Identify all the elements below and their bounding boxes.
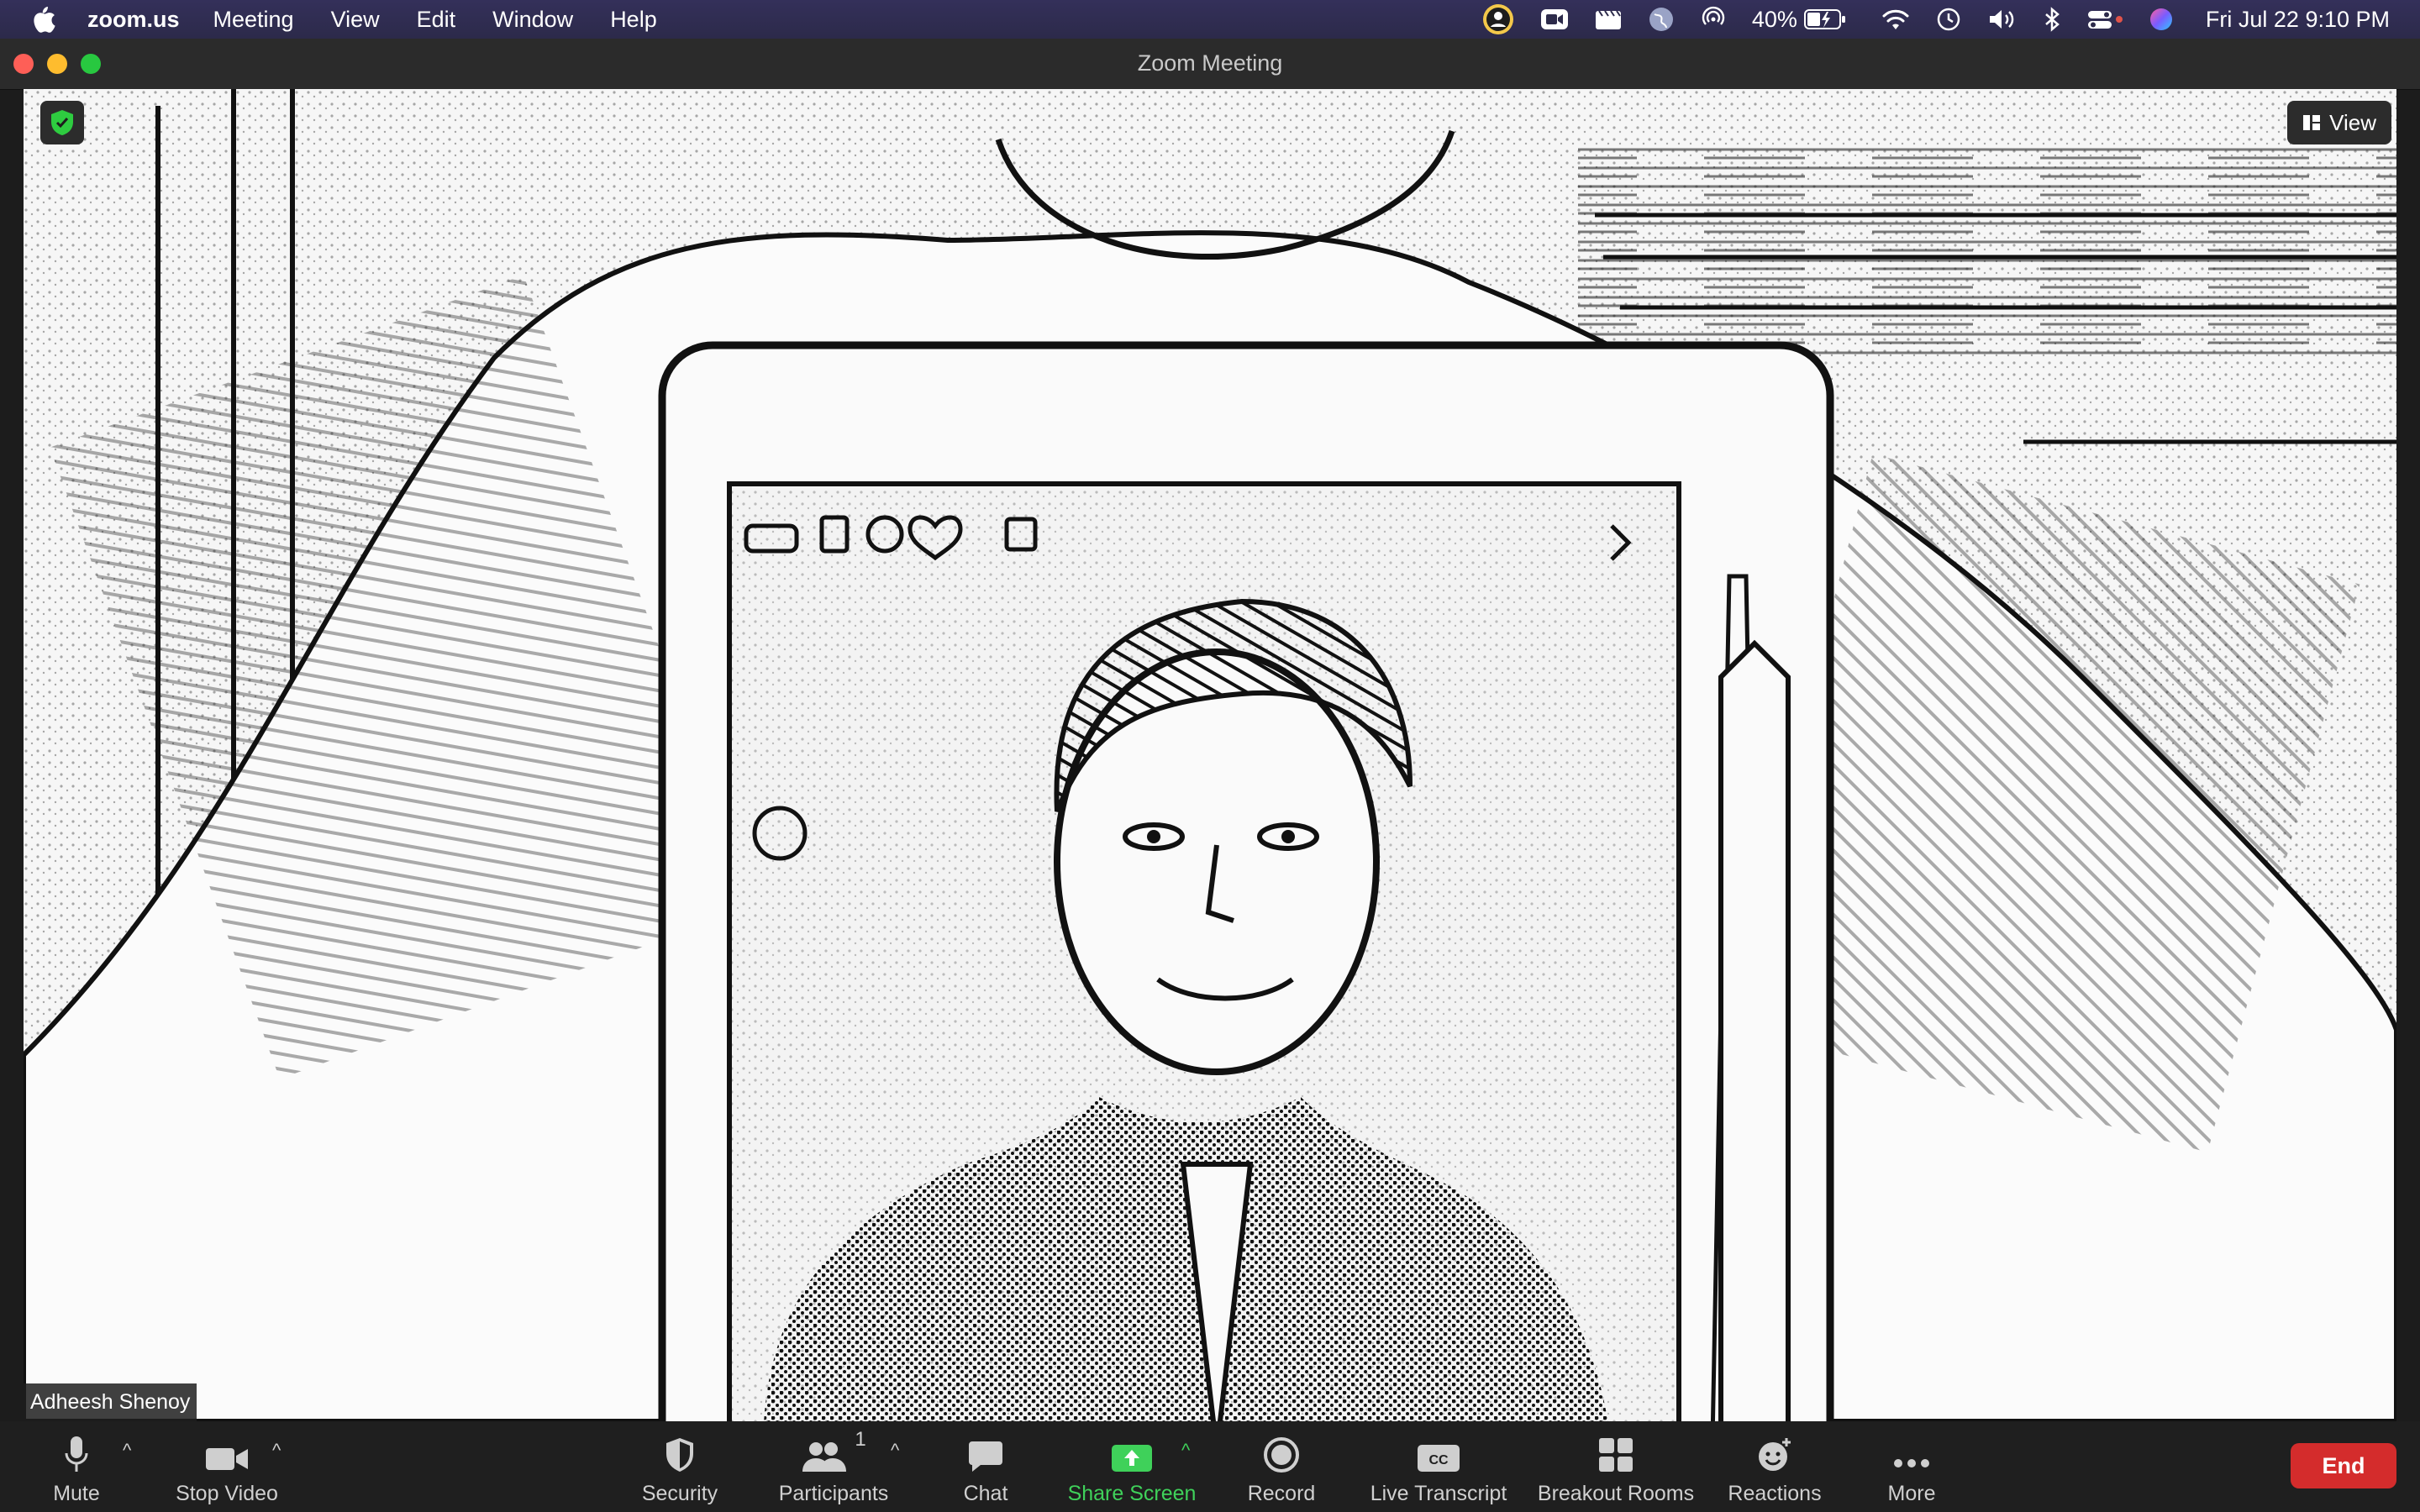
video-options-caret[interactable]: ^ <box>272 1440 281 1462</box>
security-label: Security <box>641 1482 718 1505</box>
participants-icon: 1 <box>801 1421 866 1473</box>
record-icon <box>1263 1421 1300 1473</box>
status-area: 40% Fri Jul 22 9:10 PM <box>1456 0 2390 39</box>
breakout-rooms-icon <box>1597 1421 1634 1473</box>
menu-window[interactable]: Window <box>492 7 573 33</box>
shield-icon <box>664 1421 696 1473</box>
view-button-label: View <box>2329 109 2376 135</box>
reactions-label: Reactions <box>1728 1482 1822 1505</box>
security-button[interactable]: Security <box>637 1421 723 1512</box>
zoom-status-icon[interactable] <box>1481 3 1515 36</box>
window-titlebar: Zoom Meeting <box>0 39 2420 90</box>
share-screen-label: Share Screen <box>1067 1482 1197 1505</box>
more-button[interactable]: More <box>1882 1421 1941 1512</box>
participants-label: Participants <box>778 1482 889 1505</box>
bluetooth-icon[interactable] <box>2043 7 2061 32</box>
encryption-shield-button[interactable] <box>40 101 84 144</box>
globe-icon[interactable] <box>1648 6 1675 33</box>
video-feed: View Adheesh Shenoy <box>24 89 2396 1421</box>
grid-view-icon <box>2302 114 2321 131</box>
closed-caption-icon: CC <box>1417 1421 1460 1473</box>
window-title: Zoom Meeting <box>1137 50 1283 76</box>
wifi-icon[interactable] <box>1881 8 1910 31</box>
participants-button[interactable]: 1 Participants <box>775 1421 892 1512</box>
menu-app-name[interactable]: zoom.us <box>87 7 180 33</box>
ellipsis-icon <box>1892 1421 1931 1473</box>
stop-video-label: Stop Video <box>176 1482 278 1505</box>
control-center-icon[interactable] <box>2086 8 2123 31</box>
microphone-icon <box>64 1421 89 1473</box>
video-camera-menubar-icon[interactable] <box>1540 8 1569 31</box>
record-button[interactable]: Record <box>1244 1421 1319 1512</box>
breakout-rooms-button[interactable]: Breakout Rooms <box>1538 1421 1694 1512</box>
reactions-button[interactable]: Reactions <box>1726 1421 1823 1512</box>
participants-options-caret[interactable]: ^ <box>891 1440 899 1462</box>
menu-view[interactable]: View <box>331 7 380 33</box>
breakout-rooms-label: Breakout Rooms <box>1537 1482 1695 1505</box>
airdrop-icon[interactable] <box>1700 6 1727 33</box>
svg-text:CC: CC <box>1428 1453 1449 1467</box>
participant-name-tag: Adheesh Shenoy <box>24 1383 197 1421</box>
apple-icon[interactable] <box>25 1 62 38</box>
view-button[interactable]: View <box>2287 101 2391 144</box>
audio-options-caret[interactable]: ^ <box>123 1440 131 1462</box>
live-transcript-label: Live Transcript <box>1370 1482 1507 1505</box>
share-options-caret[interactable]: ^ <box>1181 1440 1190 1462</box>
participants-count: 1 <box>855 1428 866 1451</box>
share-screen-button[interactable]: Share Screen <box>1067 1421 1197 1512</box>
mute-label: Mute <box>53 1482 100 1505</box>
meeting-toolbar: Mute ^ Stop Video ^ Security 1 Participa… <box>0 1421 2420 1512</box>
live-transcript-button[interactable]: CC Live Transcript <box>1366 1421 1511 1512</box>
menu-meeting[interactable]: Meeting <box>213 7 294 33</box>
chat-bubble-icon <box>967 1421 1004 1473</box>
video-camera-icon <box>204 1421 250 1473</box>
clapper-icon[interactable] <box>1594 8 1623 31</box>
video-frame-image <box>24 89 2396 1421</box>
siri-icon[interactable] <box>2149 7 2174 32</box>
reactions-smiley-icon <box>1756 1421 1793 1473</box>
menu-edit[interactable]: Edit <box>417 7 456 33</box>
chat-button[interactable]: Chat <box>958 1421 1013 1512</box>
chat-label: Chat <box>963 1482 1008 1505</box>
record-label: Record <box>1247 1482 1316 1505</box>
volume-icon[interactable] <box>1987 8 2018 31</box>
battery-percent: 40% <box>1751 6 1797 32</box>
menubar: zoom.us Meeting View Edit Window Help 40… <box>0 0 2420 39</box>
share-screen-icon <box>1111 1421 1153 1473</box>
stop-video-button[interactable]: Stop Video <box>168 1421 286 1512</box>
clock[interactable]: Fri Jul 22 9:10 PM <box>2206 7 2390 33</box>
battery-icon[interactable] <box>1803 8 1846 30</box>
more-label: More <box>1887 1482 1936 1505</box>
time-machine-icon[interactable] <box>1935 6 1962 33</box>
menu-help[interactable]: Help <box>610 7 657 33</box>
end-meeting-button[interactable]: End <box>2291 1443 2396 1488</box>
mute-button[interactable]: Mute <box>42 1421 111 1512</box>
